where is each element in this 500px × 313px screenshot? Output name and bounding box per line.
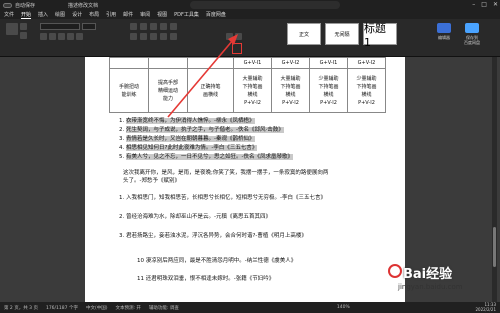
word-count[interactable]: 176/1187 个字 xyxy=(46,305,78,311)
language-status[interactable]: 中文(中国) xyxy=(86,305,108,311)
accessibility-status[interactable]: 辅助功能: 调查 xyxy=(149,305,179,311)
text-prediction-status[interactable]: 文本预测: 开 xyxy=(115,305,140,311)
status-bar: 第 2 页，共 3 页 176/1187 个字 中文(中国) 文本预测: 开 辅… xyxy=(0,302,500,313)
watermark: Bai经验 xyxy=(403,267,453,282)
taskbar-clock[interactable]: 11:33 2022/2/21 xyxy=(475,302,496,312)
watermark-url: jingyan.baidu.com xyxy=(398,283,463,291)
clock-date: 2022/2/21 xyxy=(475,307,496,312)
page-count[interactable]: 第 2 页，共 3 页 xyxy=(4,305,38,311)
zoom-level[interactable]: 140% xyxy=(337,305,350,310)
baidu-logo-icon xyxy=(388,264,402,278)
